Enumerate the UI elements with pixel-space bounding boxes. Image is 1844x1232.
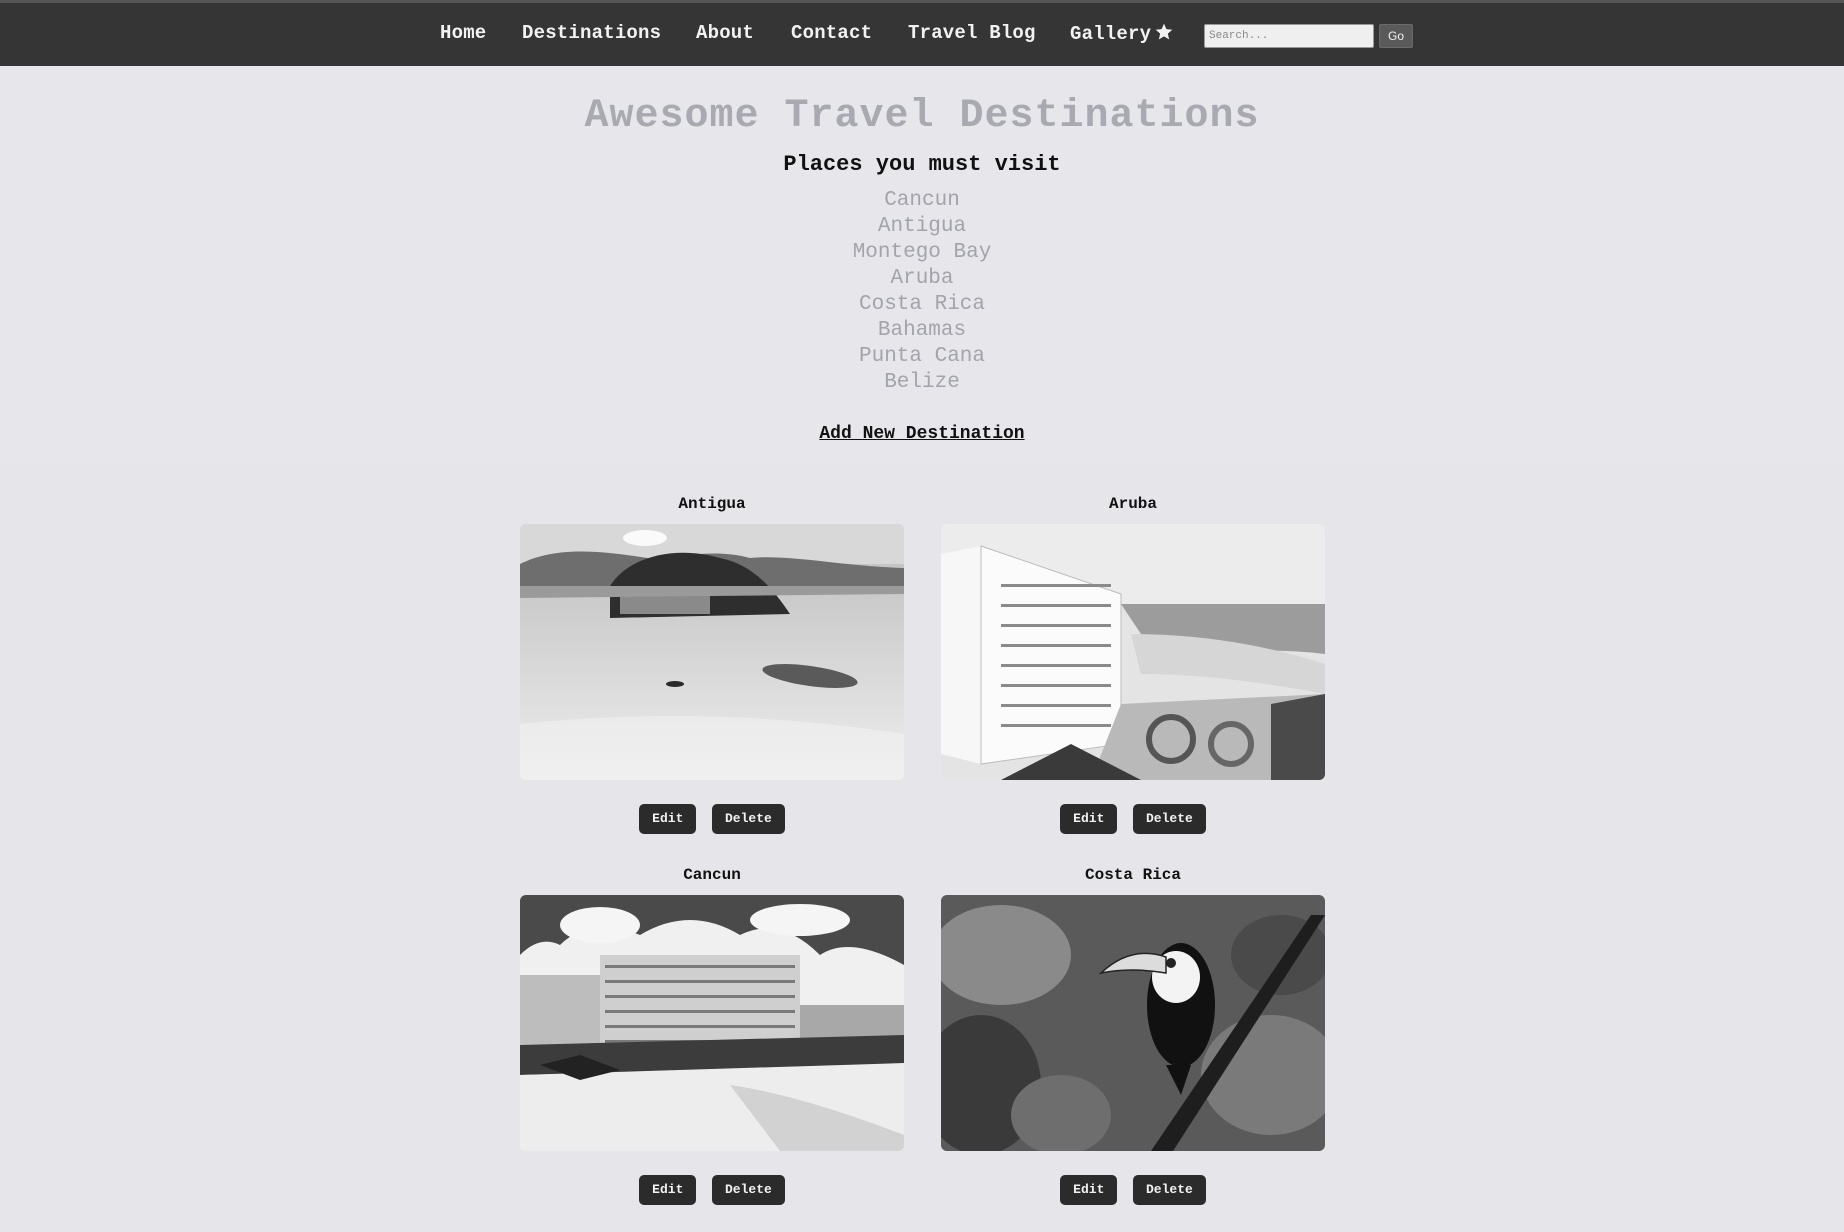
edit-button[interactable]: Edit xyxy=(639,804,697,834)
edit-button[interactable]: Edit xyxy=(639,1175,697,1205)
place-item: Aruba xyxy=(890,267,954,290)
card-title: Cancun xyxy=(683,866,741,884)
navbar: Home Destinations About Contact Travel B… xyxy=(0,0,1844,66)
nav-travel-blog[interactable]: Travel Blog xyxy=(908,22,1036,44)
go-button[interactable]: Go xyxy=(1379,24,1413,48)
card-actions: Edit Delete xyxy=(941,804,1325,834)
place-item: Punta Cana xyxy=(858,345,986,368)
place-item: Antigua xyxy=(877,215,967,238)
places-list: Cancun Antigua Montego Bay Aruba Costa R… xyxy=(0,188,1844,396)
star-icon xyxy=(1155,23,1173,40)
delete-button[interactable]: Delete xyxy=(712,1175,785,1205)
page-title: Awesome Travel Destinations xyxy=(584,94,1260,139)
destination-card-aruba: Aruba Edit Delete xyxy=(941,494,1325,834)
card-title: Antigua xyxy=(678,495,746,513)
nav-gallery-label: Gallery xyxy=(1070,23,1152,45)
island-photo xyxy=(520,524,904,780)
nav-destinations[interactable]: Destinations xyxy=(522,22,661,44)
hotel-photo xyxy=(520,895,904,1151)
place-item: Montego Bay xyxy=(852,241,992,264)
card-actions: Edit Delete xyxy=(520,1175,904,1205)
place-item: Costa Rica xyxy=(858,293,986,316)
add-destination-link[interactable]: Add New Destination xyxy=(0,424,1844,444)
nav-about[interactable]: About xyxy=(696,22,754,44)
card-title: Aruba xyxy=(1108,495,1157,513)
place-item: Belize xyxy=(884,371,960,394)
nav-home[interactable]: Home xyxy=(440,22,486,44)
search-input[interactable] xyxy=(1204,24,1374,48)
toucan-photo xyxy=(941,895,1325,1151)
destination-card-costa-rica: Costa Rica Edit Delete xyxy=(941,865,1325,1205)
delete-button[interactable]: Delete xyxy=(1133,1175,1206,1205)
destination-grid: Antigua Edit Delete Aruba Edit Delete Ca… xyxy=(0,466,1844,1232)
delete-button[interactable]: Delete xyxy=(1133,804,1206,834)
resort-beach-photo xyxy=(941,524,1325,780)
nav-gallery[interactable]: Gallery xyxy=(1070,22,1174,45)
hero-section: Awesome Travel Destinations Places you m… xyxy=(0,66,1844,466)
place-item: Bahamas xyxy=(877,319,967,342)
card-title: Costa Rica xyxy=(1084,866,1181,884)
edit-button[interactable]: Edit xyxy=(1060,1175,1118,1205)
card-actions: Edit Delete xyxy=(520,804,904,834)
nav-contact[interactable]: Contact xyxy=(791,22,872,44)
delete-button[interactable]: Delete xyxy=(712,804,785,834)
edit-button[interactable]: Edit xyxy=(1060,804,1118,834)
page-subtitle: Places you must visit xyxy=(783,152,1061,177)
card-actions: Edit Delete xyxy=(941,1175,1325,1205)
destination-card-cancun: Cancun Edit Delete xyxy=(520,865,904,1205)
destination-card-antigua: Antigua Edit Delete xyxy=(520,494,904,834)
place-item: Cancun xyxy=(884,189,960,212)
